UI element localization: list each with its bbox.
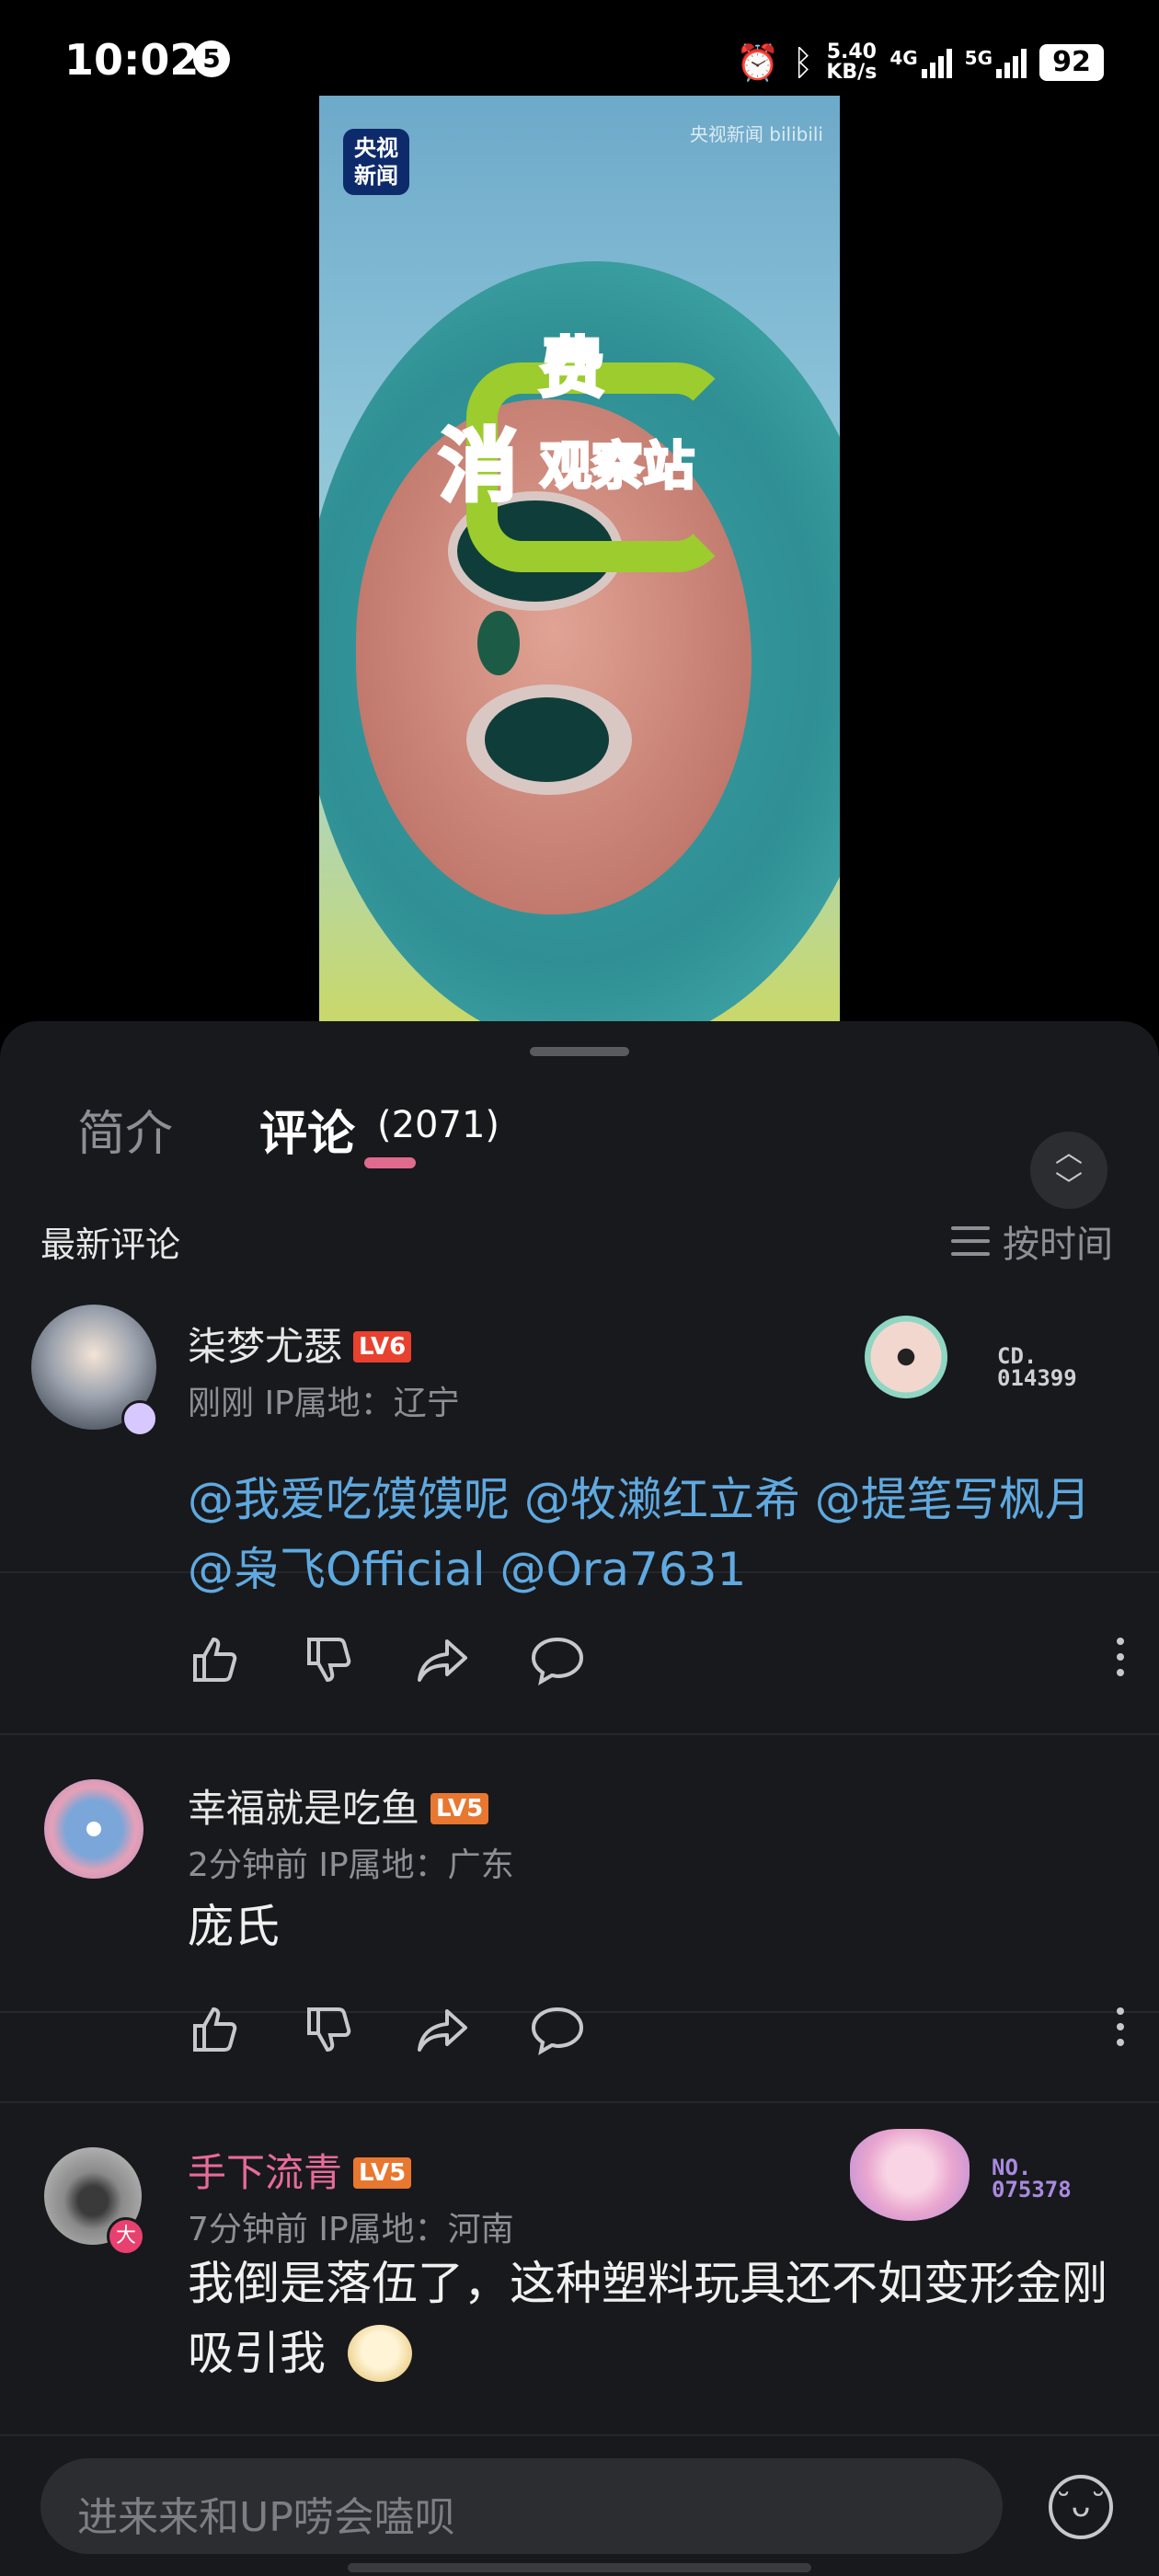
like-icon[interactable]: [188, 1632, 243, 1687]
comment-input-placeholder: 进来来和UP唠会嗑呗: [77, 2494, 455, 2541]
emoji-button[interactable]: ˘ᴗ˘: [1049, 2475, 1113, 2539]
comment-body: @我爱吃馍馍呢 @牧濑红立希 @提笔写枫月 @枭飞Official @Ora76…: [188, 1465, 1117, 1604]
comment-body: 我倒是落伍了，这种塑料玩具还不如变形金刚吸引我: [188, 2248, 1117, 2388]
comment-body: 庞氏: [188, 1900, 280, 1953]
reply-icon[interactable]: [530, 1632, 585, 1687]
section-title: 最新评论: [40, 1225, 181, 1265]
fan-badge-number: NO. 075378: [992, 2156, 1072, 2201]
drag-handle[interactable]: [530, 1047, 629, 1056]
comment-text: 我倒是落伍了，这种塑料玩具还不如变形金刚吸引我: [188, 2257, 1107, 2380]
sort-label: 按时间: [1003, 1224, 1113, 1266]
status-icons: ⏰ ᛒ 5.40 KB/s 4G 5G 92: [736, 35, 1104, 90]
fan-badge-prefix: CD.: [997, 1343, 1038, 1369]
more-options-icon[interactable]: [1117, 1638, 1126, 1676]
comment-item: 大 手下流青 LV5 7分钟前 IP属地：河南 NO. 075378 我倒是落伍了…: [0, 2101, 1159, 2453]
network-type-5g: 5G: [964, 47, 993, 69]
brand-top-char: 费: [538, 328, 606, 408]
status-time: 10:02: [64, 35, 200, 85]
comment-actions: [188, 1632, 1126, 1687]
home-indicator[interactable]: [348, 2563, 811, 2572]
fan-badge-prefix: NO.: [992, 2155, 1032, 2180]
expand-collapse-button[interactable]: ︿ ﹀: [1030, 1132, 1107, 1209]
cctv-logo-line2: 新闻: [354, 163, 398, 189]
brand-main-char: 消: [437, 419, 520, 514]
signal-icon: [921, 47, 952, 78]
comment-count: (2071): [377, 1104, 500, 1146]
sort-icon: [951, 1226, 990, 1256]
comment-panel: 简介 评论 (2071) ︿ ﹀ 最新评论 按时间 柒梦尤瑟 LV6 刚刚 IP属地…: [0, 1021, 1159, 2576]
avatar-badge: 大: [107, 2217, 145, 2256]
comment-input-bar: 进来来和UP唠会嗑呗 ˘ᴗ˘: [0, 2434, 1159, 2576]
program-brand-logo: 费 消 观察站: [437, 316, 731, 572]
username-text: 柒梦尤瑟: [188, 1324, 343, 1369]
level-badge: LV5: [353, 2157, 412, 2189]
share-icon[interactable]: [416, 1632, 471, 1687]
video-frame-mouth: [466, 684, 632, 795]
fan-badge-digits: 014399: [997, 1365, 1077, 1391]
username[interactable]: 柒梦尤瑟 LV6: [188, 1316, 412, 1372]
username[interactable]: 幸福就是吃鱼 LV5: [188, 1777, 489, 1834]
tab-bar: 简介 评论 (2071) ︿ ﹀: [0, 1076, 1159, 1209]
net-speed-value: 5.40: [826, 40, 877, 63]
active-tab-indicator: [364, 1157, 416, 1168]
username-text: 手下流青: [188, 2150, 343, 2195]
comment-meta: 2分钟前 IP属地：广东: [188, 1846, 514, 1884]
emoji-face-icon: ˘ᴗ˘: [1055, 2488, 1107, 2524]
chevron-up-down-icon: ︿ ﹀: [1055, 1137, 1083, 1202]
fan-badge-donut-icon: [865, 1316, 947, 1398]
comment-meta: 7分钟前 IP属地：河南: [188, 2211, 514, 2248]
signal-group-5g: 5G: [965, 47, 1027, 78]
more-options-icon[interactable]: [1117, 2007, 1126, 2046]
net-speed: 5.40 KB/s: [826, 42, 877, 83]
dislike-icon[interactable]: [302, 1632, 357, 1687]
dislike-icon[interactable]: [302, 2002, 357, 2057]
level-badge: LV6: [353, 1331, 412, 1363]
video-watermark: 央视新闻 bilibili: [689, 123, 823, 145]
username-text: 幸福就是吃鱼: [188, 1786, 420, 1831]
share-icon[interactable]: [416, 2002, 471, 2057]
brand-suffix: 观察站: [539, 436, 696, 499]
tab-intro[interactable]: 简介: [77, 1095, 173, 1164]
net-speed-unit: KB/s: [826, 61, 878, 84]
cctv-logo-line1: 央视: [354, 135, 398, 161]
comment-item: 柒梦尤瑟 LV6 刚刚 IP属地：辽宁 CD. 014399 @我爱吃馍馍呢 @牧…: [0, 1295, 1159, 1596]
fan-badge-character-icon: [850, 2129, 970, 2221]
level-badge: LV5: [430, 1793, 489, 1824]
comment-sort-row: 最新评论 按时间: [0, 1202, 1159, 1275]
alarm-icon: ⏰: [736, 41, 780, 83]
comment-item: 幸福就是吃鱼 LV5 2分钟前 IP属地：广东 庞氏: [0, 1733, 1159, 2013]
tab-comments[interactable]: 评论: [259, 1095, 355, 1164]
fan-badge-digits: 075378: [992, 2177, 1072, 2202]
comment-input[interactable]: 进来来和UP唠会嗑呗: [40, 2458, 1003, 2554]
username[interactable]: 手下流青 LV5: [188, 2142, 412, 2198]
like-icon[interactable]: [188, 2002, 243, 2057]
bluetooth-icon: ᛒ: [792, 42, 814, 83]
comment-meta: 刚刚 IP属地：辽宁: [188, 1385, 460, 1422]
video-frame-nose: [477, 611, 520, 675]
sticker-emoji-icon: [347, 2325, 412, 2382]
battery-indicator: 92: [1039, 44, 1104, 81]
signal-group-4g: 4G: [889, 47, 952, 78]
notification-count-badge: 5: [193, 40, 230, 77]
video-player[interactable]: 央视 新闻 央视新闻 bilibili 费 消 观察站: [319, 96, 840, 1021]
fan-badge-number: CD. 014399: [997, 1345, 1077, 1389]
mention-links[interactable]: @我爱吃馍馍呢 @牧濑红立希 @提笔写枫月 @枭飞Official @Ora76…: [188, 1473, 1091, 1596]
cctv-news-logo: 央视 新闻: [343, 129, 409, 195]
comment-actions: [188, 2002, 1126, 2057]
reply-icon[interactable]: [530, 2002, 585, 2057]
network-type-4g: 4G: [889, 47, 918, 69]
signal-icon: [996, 47, 1027, 78]
sort-by-time-button[interactable]: 按时间: [951, 1214, 1113, 1268]
avatar[interactable]: [44, 1779, 143, 1879]
vip-badge-icon: [121, 1400, 158, 1437]
